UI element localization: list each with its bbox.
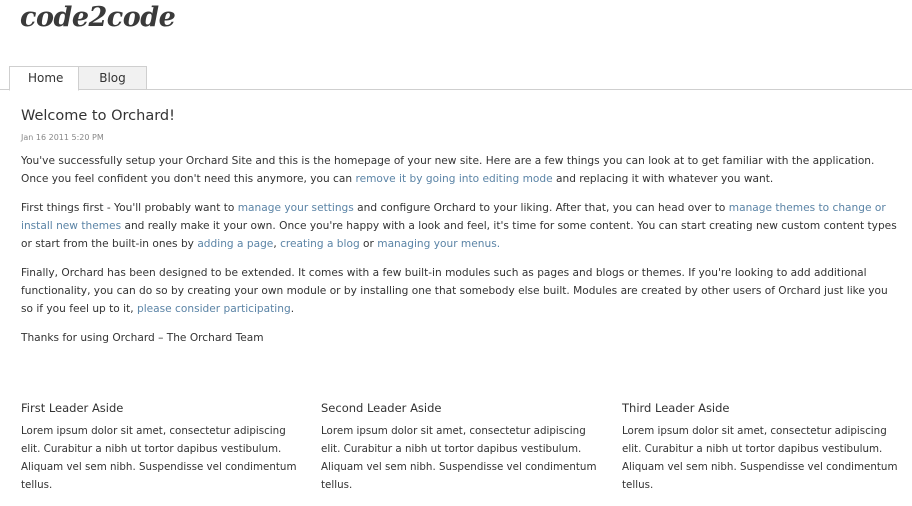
edit-mode-link[interactable]: remove it by going into editing mode [355,173,552,185]
text-span: and configure Orchard to your liking. Af… [353,202,729,214]
aside-title: Second Leader Aside [321,401,442,415]
tab-blog[interactable]: Blog [78,66,147,90]
manage-settings-link[interactable]: manage your settings [238,202,354,214]
aside-title: Third Leader Aside [622,401,730,415]
participate-link[interactable]: please consider participating [137,303,291,315]
managing-menus-link[interactable]: managing your menus. [377,238,500,250]
site-title[interactable]: code2code [20,2,176,33]
creating-blog-link[interactable]: creating a blog [280,238,360,250]
extend-paragraph: Finally, Orchard has been designed to be… [21,264,899,318]
aside-title: First Leader Aside [21,401,124,415]
first-things-paragraph: First things first - You'll probably wan… [21,199,899,253]
third-leader-aside: Third Leader Aside Lorem ipsum dolor sit… [622,401,907,494]
post-date: Jan 16 2011 5:20 PM [21,133,104,142]
aside-body: Lorem ipsum dolor sit amet, consectetur … [622,425,898,491]
text-span: or [359,238,378,250]
aside-body: Lorem ipsum dolor sit amet, consectetur … [321,425,597,491]
text-span: and replacing it with whatever you want. [552,173,774,185]
adding-page-link[interactable]: adding a page [197,238,273,250]
aside-body: Lorem ipsum dolor sit amet, consectetur … [21,425,297,491]
text-span: . [290,303,295,315]
nav-divider [0,89,9,90]
post-title: Welcome to Orchard! [21,108,175,124]
tab-home[interactable]: Home [9,66,79,91]
second-leader-aside: Second Leader Aside Lorem ipsum dolor si… [321,401,606,494]
intro-paragraph: You've successfully setup your Orchard S… [21,152,899,188]
text-span: First things first - You'll probably wan… [21,202,238,214]
main-nav: Home Blog [0,66,912,91]
main-content: Welcome to Orchard! Jan 16 2011 5:20 PM … [21,108,899,358]
first-leader-aside: First Leader Aside Lorem ipsum dolor sit… [21,401,306,494]
thanks-paragraph: Thanks for using Orchard – The Orchard T… [21,332,264,344]
